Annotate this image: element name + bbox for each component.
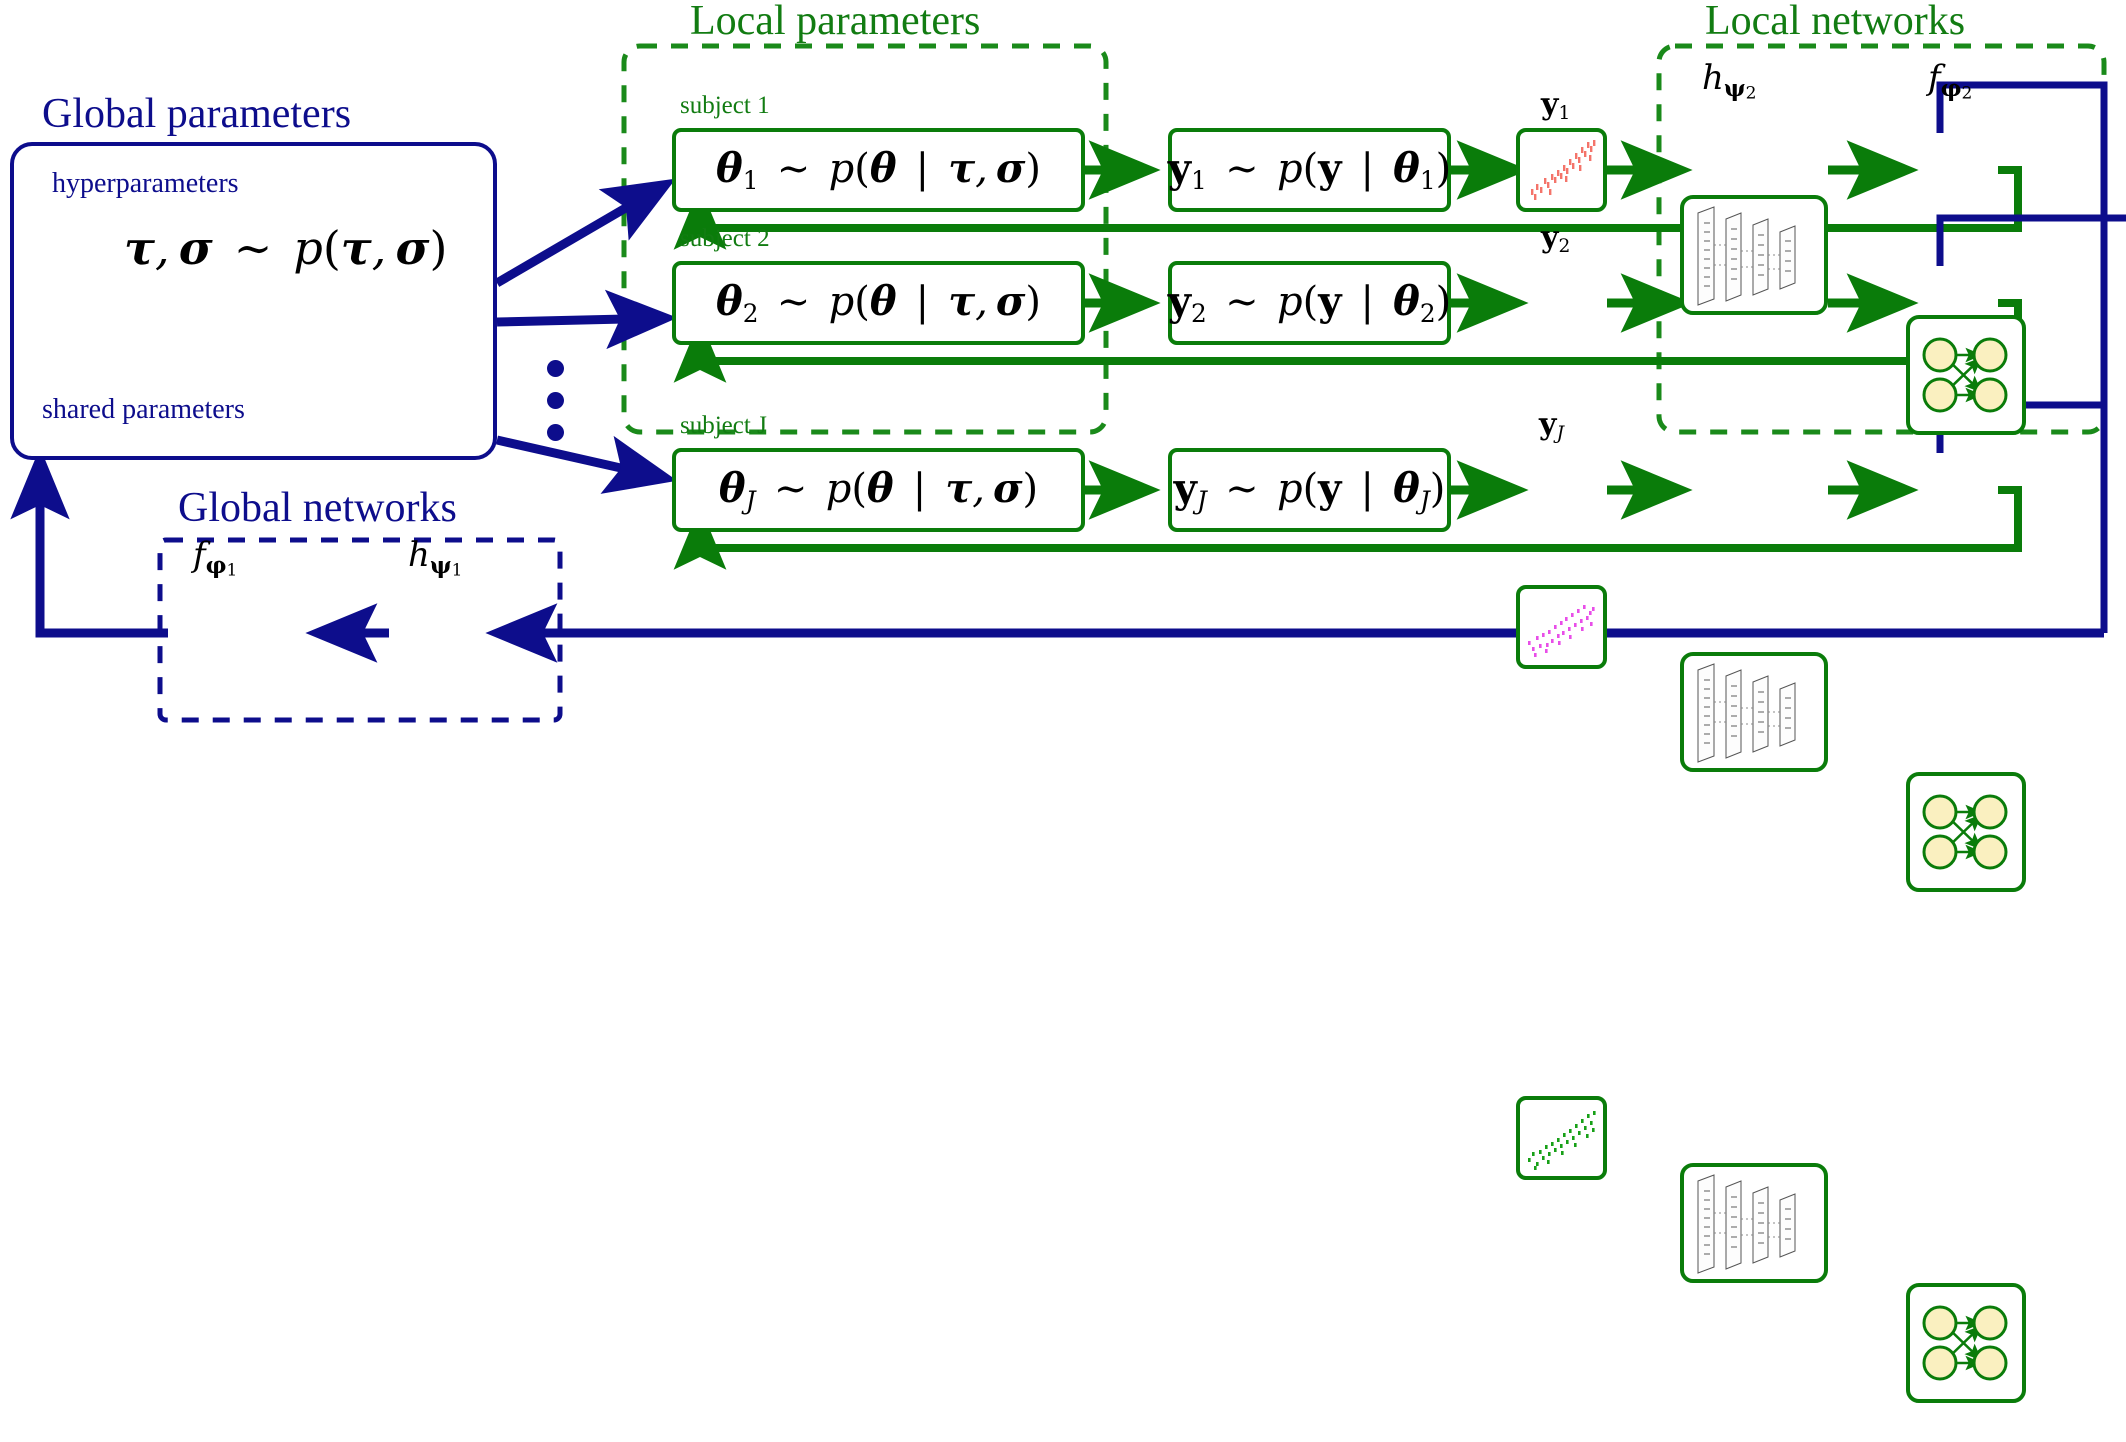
subject-label-1: subject 1 [680, 92, 770, 119]
ellipsis-dot [547, 360, 564, 377]
data-label-1: y1 [1541, 87, 1571, 125]
scatter-1 [1531, 140, 1596, 200]
local-summary-network-J [1680, 1163, 1828, 1283]
global-parameters-box: hyperparameters τ, σ ∼ p(τ, σ) shared pa… [10, 142, 497, 460]
global-networks-title: Global networks [178, 485, 457, 531]
likelihood-equation-J: yJ ∼ p(y | θJ) [1173, 465, 1446, 515]
ellipsis-dot [547, 392, 564, 409]
global-summary-network-label: hψ1 [408, 535, 463, 581]
global-inference-network-label: fφ1 [193, 535, 238, 581]
prior-box-subject-1: θ1 ∼ p(θ | τ, σ) [672, 128, 1085, 212]
subjects-ellipsis [547, 360, 564, 441]
ellipsis-dot [547, 424, 564, 441]
inference-net-glyph [1922, 337, 2008, 413]
scatter-J [1528, 1111, 1596, 1170]
local-summary-network-2 [1680, 652, 1828, 772]
prior-box-subject-2: θ2 ∼ p(θ | τ, σ) [672, 261, 1085, 345]
local-summary-network-1 [1680, 195, 1828, 315]
likelihood-equation-2: y2 ∼ p(y | θ2) [1167, 278, 1452, 328]
local-summary-network-label: hψ2 [1702, 58, 1757, 104]
global-parameters-title: Global parameters [42, 91, 352, 137]
shared-parameters-label: shared parameters [42, 394, 245, 425]
inference-net-glyph [1922, 1305, 2008, 1381]
local-parameters-title: Local parameters [690, 0, 981, 44]
prior-equation-1: θ1 ∼ p(θ | τ, σ) [716, 145, 1041, 195]
likelihood-box-subject-2: y2 ∼ p(y | θ2) [1168, 261, 1451, 345]
scatter-2 [1528, 605, 1595, 657]
hyperparameters-label: hyperparameters [52, 168, 239, 199]
local-inference-network-label: fφ2 [1928, 58, 1973, 104]
summary-net-glyph [1697, 1174, 1796, 1274]
data-panel-subject-2 [1516, 585, 1607, 669]
prior-equation-2: θ2 ∼ p(θ | τ, σ) [716, 278, 1041, 328]
subject-label-2: subject 2 [680, 225, 770, 252]
diagram-canvas: Global parameters Local parameters Local… [0, 0, 2126, 1403]
local-inference-network-2 [1906, 772, 2026, 892]
likelihood-equation-1: y1 ∼ p(y | θ1) [1167, 145, 1452, 195]
data-panel-subject-J [1516, 1096, 1607, 1180]
data-label-J: yJ [1539, 407, 1564, 445]
prior-box-subject-J: θJ ∼ p(θ | τ, σ) [672, 448, 1085, 532]
global-to-subject-2-arrow [496, 289, 678, 350]
local-inference-network-J [1906, 1283, 2026, 1403]
inference-net-glyph [1922, 794, 2008, 870]
global-inference-to-params-arrow [10, 447, 168, 638]
summary-net-glyph [1697, 206, 1796, 306]
likelihood-box-subject-J: yJ ∼ p(y | θJ) [1168, 448, 1451, 532]
global-to-subject-1-arrow [494, 178, 676, 287]
subject-label-J: subject J [680, 412, 767, 439]
local-inference-network-1 [1906, 315, 2026, 435]
data-panel-subject-1 [1516, 128, 1607, 212]
global-parameters-equation: τ, σ ∼ p(τ, σ) [124, 221, 448, 275]
summary-net-glyph [1697, 663, 1796, 763]
prior-equation-J: θJ ∼ p(θ | τ, σ) [718, 465, 1039, 515]
local-networks-title: Local networks [1705, 0, 1966, 44]
likelihood-box-subject-1: y1 ∼ p(y | θ1) [1168, 128, 1451, 212]
data-label-2: y2 [1541, 220, 1571, 258]
global-to-subject-J-arrow [496, 435, 678, 494]
